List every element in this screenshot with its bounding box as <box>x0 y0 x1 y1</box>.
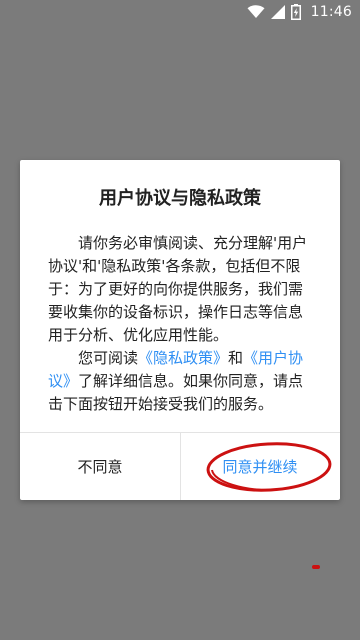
dialog-paragraph-links: 您可阅读《隐私政策》和《用户协议》了解详细信息。如果你同意，请点击下面按钮开始接… <box>48 347 316 416</box>
wifi-icon <box>247 5 265 19</box>
agree-continue-button[interactable]: 同意并继续 <box>180 433 340 500</box>
paragraph-suffix-text: 了解详细信息。如果你同意，请点击下面按钮开始接受我们的服务。 <box>48 372 304 413</box>
dialog-paragraph-intro: 请你务必审慎阅读、充分理解'用户协议'和'隐私政策'各条款，包括但不限于：为了更… <box>48 234 308 344</box>
privacy-dialog: 用户协议与隐私政策 请你务必审慎阅读、充分理解'用户协议'和'隐私政策'各条款，… <box>20 160 340 500</box>
status-bar: 11:46 <box>0 0 360 24</box>
paragraph-and-text: 和 <box>228 349 244 367</box>
red-annotation-mark <box>312 565 320 569</box>
dialog-body: 请你务必审慎阅读、充分理解'用户协议'和'隐私政策'各条款，包括但不限于：为了更… <box>48 232 316 416</box>
status-time: 11:46 <box>310 4 352 20</box>
dialog-title: 用户协议与隐私政策 <box>99 188 261 209</box>
disagree-button[interactable]: 不同意 <box>20 433 180 500</box>
battery-charging-icon <box>290 4 301 20</box>
status-icons: 11:46 <box>247 0 352 24</box>
paragraph-prefix-text: 您可阅读 <box>78 349 139 367</box>
screen: 11:46 用户协议与隐私政策 请你务必审慎阅读、充分理解'用户协议'和'隐私政… <box>0 0 360 640</box>
signal-icon <box>270 5 285 19</box>
privacy-policy-link[interactable]: 《隐私政策》 <box>138 349 228 367</box>
